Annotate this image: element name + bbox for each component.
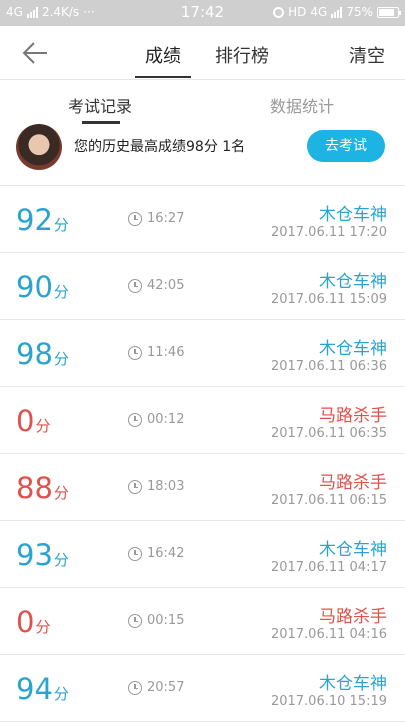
best-score-text: 您的历史最高成绩98分 1名 — [74, 139, 246, 155]
duration: 18:03 — [128, 479, 184, 494]
score-value: 98分 — [16, 337, 69, 371]
duration: 11:46 — [128, 345, 184, 360]
clock-icon — [128, 546, 142, 561]
duration-text: 42:05 — [147, 278, 185, 293]
table-row[interactable]: 98分 11:46 木仓车神 2017.06.11 06:36 — [0, 320, 405, 387]
subtab-data-stats[interactable]: 数据统计 — [270, 93, 334, 117]
table-row[interactable]: 93分 16:42 木仓车神 2017.06.11 04:17 — [0, 521, 405, 588]
battery-icon — [377, 6, 401, 18]
hd-badge: HD — [288, 5, 307, 19]
score-unit: 分 — [53, 551, 69, 569]
score-number: 0 — [16, 404, 35, 438]
table-row[interactable]: 92分 16:27 木仓车神 2017.06.11 17:20 — [0, 186, 405, 253]
signal-icon-2 — [331, 6, 343, 18]
score-value: 90分 — [16, 270, 69, 304]
record-date: 2017.06.11 15:09 — [270, 292, 387, 307]
score-value: 0分 — [16, 605, 50, 639]
duration-text: 16:42 — [147, 546, 185, 561]
status-bar: 4G 2.4K/s ··· 17:42 HD 4G 75% — [0, 0, 405, 26]
record-date: 2017.06.11 04:17 — [270, 560, 387, 575]
clock-icon — [128, 345, 142, 360]
score-number: 93 — [16, 538, 53, 572]
avatar — [16, 124, 62, 170]
score-unit: 分 — [53, 685, 69, 703]
network-type-2: 4G — [310, 5, 328, 19]
score-value: 88分 — [16, 471, 69, 505]
take-exam-button[interactable]: 去考试 — [307, 130, 385, 162]
score-number: 92 — [16, 203, 53, 237]
score-unit: 分 — [53, 350, 69, 368]
top-navbar: 成绩 排行榜 清空 — [0, 26, 405, 80]
tab-indicator — [135, 76, 191, 78]
score-number: 88 — [16, 471, 53, 505]
score-unit: 分 — [35, 417, 51, 435]
score-unit: 分 — [53, 216, 69, 234]
profile-summary: 您的历史最高成绩98分 1名 去考试 — [0, 124, 405, 186]
record-date: 2017.06.11 06:15 — [270, 493, 387, 508]
back-arrow-icon[interactable] — [20, 40, 50, 66]
clock-icon — [128, 613, 142, 628]
result-title: 马路杀手 — [319, 473, 387, 493]
table-row[interactable]: 0分 00:12 马路杀手 2017.06.11 06:35 — [0, 387, 405, 454]
clock-icon — [128, 680, 142, 695]
record-date: 2017.06.11 06:36 — [270, 359, 387, 374]
clock-icon — [128, 278, 142, 293]
duration: 20:57 — [128, 680, 184, 695]
duration: 42:05 — [128, 278, 184, 293]
sub-tabs: 考试记录 数据统计 — [0, 80, 405, 124]
table-row[interactable]: 90分 42:05 木仓车神 2017.06.11 15:09 — [0, 253, 405, 320]
record-date: 2017.06.10 15:19 — [270, 694, 387, 709]
duration-text: 00:12 — [147, 412, 185, 427]
result-title: 马路杀手 — [319, 607, 387, 627]
result-title: 木仓车神 — [319, 272, 387, 292]
clear-button[interactable]: 清空 — [349, 42, 385, 68]
record-date: 2017.06.11 06:35 — [270, 426, 387, 441]
record-date: 2017.06.11 17:20 — [270, 225, 387, 240]
clock-icon — [128, 211, 142, 226]
tab-scores[interactable]: 成绩 — [145, 42, 181, 68]
result-title: 木仓车神 — [319, 674, 387, 694]
score-unit: 分 — [35, 618, 51, 636]
score-value: 94分 — [16, 672, 69, 706]
result-title: 马路杀手 — [319, 406, 387, 426]
score-value: 0分 — [16, 404, 50, 438]
table-row[interactable]: 94分 20:57 木仓车神 2017.06.10 15:19 — [0, 655, 405, 722]
result-title: 木仓车神 — [319, 205, 387, 225]
clock-icon — [128, 412, 142, 427]
duration-text: 00:15 — [147, 613, 185, 628]
duration-text: 18:03 — [147, 479, 185, 494]
duration: 16:27 — [128, 211, 184, 226]
table-row[interactable]: 0分 00:15 马路杀手 2017.06.11 04:16 — [0, 588, 405, 655]
duration-text: 16:27 — [147, 211, 185, 226]
clock-icon — [128, 479, 142, 494]
duration-text: 20:57 — [147, 680, 185, 695]
alarm-icon — [273, 6, 285, 18]
status-right: HD 4G 75% — [273, 5, 401, 19]
duration-text: 11:46 — [147, 345, 185, 360]
score-value: 93分 — [16, 538, 69, 572]
score-number: 0 — [16, 605, 35, 639]
tab-ranking[interactable]: 排行榜 — [215, 42, 269, 68]
score-value: 92分 — [16, 203, 69, 237]
score-number: 98 — [16, 337, 53, 371]
result-title: 木仓车神 — [319, 540, 387, 560]
exam-record-list: 92分 16:27 木仓车神 2017.06.11 17:20 90分 42:05 木仓车神… — [0, 186, 405, 722]
score-number: 90 — [16, 270, 53, 304]
duration: 00:15 — [128, 613, 184, 628]
battery-percent: 75% — [346, 5, 373, 19]
duration: 16:42 — [128, 546, 184, 561]
score-unit: 分 — [53, 283, 69, 301]
record-date: 2017.06.11 04:16 — [270, 627, 387, 642]
duration: 00:12 — [128, 412, 184, 427]
table-row[interactable]: 88分 18:03 马路杀手 2017.06.11 06:15 — [0, 454, 405, 521]
result-title: 木仓车神 — [319, 339, 387, 359]
subtab-exam-records[interactable]: 考试记录 — [68, 93, 132, 117]
score-unit: 分 — [53, 484, 69, 502]
score-number: 94 — [16, 672, 53, 706]
